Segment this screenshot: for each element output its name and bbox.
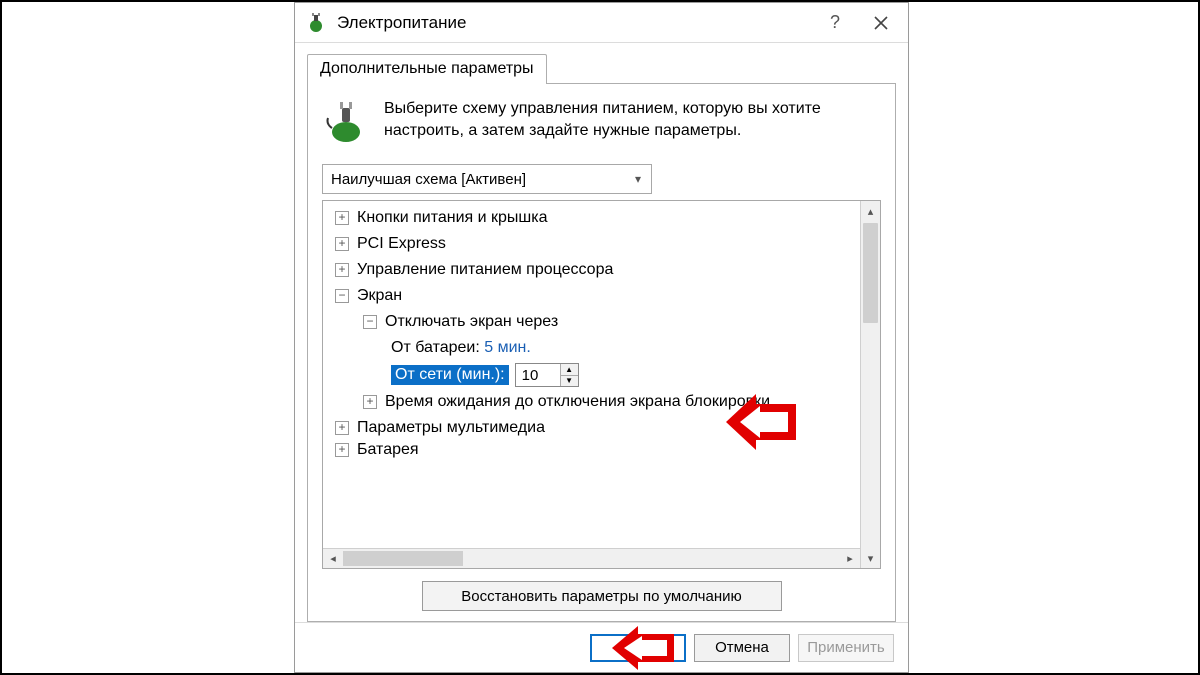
tree-node-on-battery[interactable]: От батареи: 5 мин. [329, 335, 858, 361]
scroll-down-icon[interactable]: ▾ [861, 548, 880, 568]
intro-text: Выберите схему управления питанием, кото… [384, 98, 881, 146]
annotation-arrow-1 [726, 394, 796, 450]
expand-icon[interactable]: + [335, 237, 349, 251]
horizontal-scrollbar[interactable]: ◂ ▸ [323, 548, 860, 568]
vscroll-thumb[interactable] [863, 223, 878, 323]
scroll-right-icon[interactable]: ▸ [840, 549, 860, 568]
scroll-left-icon[interactable]: ◂ [323, 549, 343, 568]
close-button[interactable] [858, 5, 904, 41]
chevron-down-icon: ▾ [629, 172, 647, 186]
hscroll-thumb[interactable] [343, 551, 463, 566]
spin-down-icon[interactable]: ▼ [561, 376, 578, 387]
settings-tree[interactable]: + Кнопки питания и крышка + PCI Express … [323, 201, 860, 548]
vertical-scrollbar[interactable]: ▴ ▾ [860, 201, 880, 568]
power-plan-icon [322, 98, 370, 146]
titlebar: Электропитание ? [295, 3, 908, 43]
scroll-up-icon[interactable]: ▴ [861, 201, 880, 221]
on-battery-value[interactable]: 5 мин. [484, 339, 531, 357]
collapse-icon[interactable]: − [363, 315, 377, 329]
tab-advanced[interactable]: Дополнительные параметры [307, 54, 547, 84]
tree-node-pci-express[interactable]: + PCI Express [329, 231, 858, 257]
power-options-dialog: Электропитание ? Дополнительные параметр… [294, 2, 909, 673]
tree-node-plugged-in[interactable]: От сети (мин.): ▲ ▼ [329, 361, 858, 389]
tree-node-buttons-lid[interactable]: + Кнопки питания и крышка [329, 205, 858, 231]
client-area: Дополнительные параметры Выберите схему … [295, 43, 908, 622]
tab-strip: Дополнительные параметры [307, 53, 896, 83]
expand-icon[interactable]: + [335, 263, 349, 277]
scheme-select[interactable]: Наилучшая схема [Активен] ▾ [322, 164, 652, 194]
cancel-button[interactable]: Отмена [694, 634, 790, 662]
annotation-arrow-2 [612, 626, 674, 670]
tree-node-display[interactable]: − Экран [329, 283, 858, 309]
expand-icon[interactable]: + [335, 443, 349, 457]
hscroll-track[interactable] [343, 549, 840, 568]
tree-node-processor-power[interactable]: + Управление питанием процессора [329, 257, 858, 283]
help-button[interactable]: ? [812, 5, 858, 41]
settings-tree-container: + Кнопки питания и крышка + PCI Express … [322, 200, 881, 569]
power-icon [305, 12, 327, 34]
plugged-in-input[interactable] [516, 364, 560, 386]
tab-body: Выберите схему управления питанием, кото… [307, 83, 896, 622]
collapse-icon[interactable]: − [335, 289, 349, 303]
expand-icon[interactable]: + [363, 395, 377, 409]
spin-up-icon[interactable]: ▲ [561, 364, 578, 376]
window-title: Электропитание [337, 13, 812, 33]
apply-button: Применить [798, 634, 894, 662]
intro: Выберите схему управления питанием, кото… [322, 98, 881, 146]
expand-icon[interactable]: + [335, 211, 349, 225]
dialog-footer: ОК Отмена Применить [295, 622, 908, 672]
plugged-in-label: От сети (мин.): [391, 365, 509, 385]
tree-node-turn-off-display[interactable]: − Отключать экран через [329, 309, 858, 335]
restore-defaults-button[interactable]: Восстановить параметры по умолчанию [422, 581, 782, 611]
plugged-in-spinner[interactable]: ▲ ▼ [515, 363, 579, 387]
scheme-selected-label: Наилучшая схема [Активен] [331, 171, 526, 188]
expand-icon[interactable]: + [335, 421, 349, 435]
